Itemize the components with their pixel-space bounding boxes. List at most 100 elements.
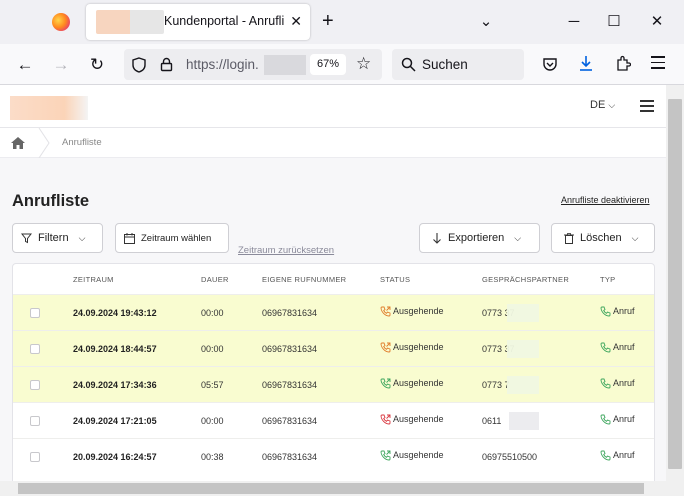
shield-icon[interactable]: [132, 57, 146, 73]
menu-icon[interactable]: [640, 100, 654, 112]
table-header: ZEITRAUM DAUER EIGENE RUFNUMMER STATUS G…: [13, 264, 654, 294]
pocket-icon[interactable]: [542, 56, 558, 72]
url-bar[interactable]: https://login. 67% ☆: [124, 49, 382, 80]
forward-icon[interactable]: →: [50, 54, 72, 76]
vertical-scrollbar[interactable]: [666, 85, 684, 481]
own-number: 06967831634: [262, 380, 318, 390]
extensions-icon[interactable]: [615, 55, 631, 72]
site-logo[interactable]: [10, 96, 88, 120]
search-bar[interactable]: Suchen: [392, 49, 524, 80]
table-row[interactable]: 24.09.2024 17:34:36 05:57 06967831634 Au…: [13, 366, 654, 402]
call-status-label: Ausgehende: [393, 450, 444, 460]
home-icon[interactable]: [11, 137, 25, 149]
row-checkbox[interactable]: [30, 344, 40, 354]
row-checkbox[interactable]: [30, 380, 40, 390]
lock-icon[interactable]: [160, 57, 173, 72]
column-header-time[interactable]: ZEITRAUM: [73, 275, 114, 284]
back-icon[interactable]: ←: [14, 54, 36, 76]
site-header: DE ⌵: [0, 85, 666, 128]
trash-icon: [564, 232, 574, 244]
calendar-icon: [124, 232, 135, 244]
call-type-label: Anruf: [613, 414, 635, 424]
vertical-scroll-thumb[interactable]: [668, 99, 682, 469]
table-row[interactable]: 20.09.2024 16:24:57 00:38 06967831634 Au…: [13, 438, 654, 474]
breadcrumb: Anrufliste: [0, 128, 666, 158]
maximize-icon[interactable]: ☐: [602, 10, 626, 34]
call-type-label: Anruf: [613, 306, 635, 316]
column-header-partner[interactable]: GESPRÄCHSPARTNER: [482, 275, 569, 284]
main-content: Anrufliste Anrufliste deaktivieren Filte…: [0, 158, 666, 481]
call-time: 24.09.2024 18:44:57: [73, 344, 157, 354]
row-checkbox[interactable]: [30, 308, 40, 318]
language-label: DE: [590, 99, 606, 111]
firefox-icon[interactable]: [52, 13, 70, 31]
row-checkbox[interactable]: [30, 452, 40, 462]
call-duration: 00:00: [201, 416, 224, 426]
call-status: Ausgehende: [380, 306, 444, 317]
download-icon[interactable]: [578, 55, 594, 72]
delete-button[interactable]: Löschen ⌵: [551, 223, 655, 253]
partner-redacted: [507, 304, 539, 322]
page-content: DE ⌵ Anrufliste Anrufliste Anrufliste de…: [0, 85, 666, 481]
minimize-icon[interactable]: ─: [562, 10, 586, 34]
partner-redacted: [507, 340, 539, 358]
own-number: 06967831634: [262, 308, 318, 318]
search-placeholder: Suchen: [422, 57, 468, 72]
column-header-own-number[interactable]: EIGENE RUFNUMMER: [262, 275, 346, 284]
date-range-button[interactable]: Zeitraum wählen: [115, 223, 229, 253]
browser-tab[interactable]: Kundenportal - Anrufli ✕: [86, 4, 310, 40]
new-tab-icon[interactable]: +: [322, 11, 334, 31]
chevron-down-icon: ⌵: [608, 100, 616, 110]
call-status-label: Ausgehende: [393, 342, 444, 352]
zoom-level[interactable]: 67%: [310, 54, 346, 75]
call-type: Anruf: [600, 342, 635, 353]
column-header-type[interactable]: TYP: [600, 275, 616, 284]
call-type: Anruf: [600, 414, 635, 425]
tab-list-chevron-icon[interactable]: ⌄: [474, 10, 498, 34]
own-number: 06967831634: [262, 452, 318, 462]
tab-strip: Kundenportal - Anrufli ✕ + ⌄ ─ ☐ ✕: [0, 0, 684, 44]
partner-redacted: [509, 412, 539, 430]
table-row[interactable]: 24.09.2024 17:21:05 00:00 06967831634 Au…: [13, 402, 654, 438]
reset-date-range-link[interactable]: Zeitraum zurücksetzen: [238, 245, 334, 256]
phone-outgoing-icon: [380, 378, 391, 389]
row-checkbox[interactable]: [30, 416, 40, 426]
phone-icon: [600, 306, 611, 317]
close-window-icon[interactable]: ✕: [645, 10, 669, 34]
tab-favicon: [96, 10, 164, 34]
call-duration: 00:00: [201, 344, 224, 354]
deactivate-link[interactable]: Anrufliste deaktivieren: [561, 195, 650, 205]
reload-icon[interactable]: ↻: [86, 54, 108, 76]
tab-close-icon[interactable]: ✕: [290, 13, 302, 30]
column-header-status[interactable]: STATUS: [380, 275, 410, 284]
column-header-duration[interactable]: DAUER: [201, 275, 229, 284]
filter-button[interactable]: Filtern ⌵: [12, 223, 103, 253]
language-selector[interactable]: DE ⌵: [590, 99, 615, 111]
table-row[interactable]: 24.09.2024 18:44:57 00:00 06967831634 Au…: [13, 330, 654, 366]
call-duration: 05:57: [201, 380, 224, 390]
chevron-down-icon: ⌵: [78, 232, 86, 243]
call-time: 24.09.2024 17:34:36: [73, 380, 157, 390]
horizontal-scroll-thumb[interactable]: [18, 483, 644, 494]
app-menu-icon[interactable]: [651, 56, 665, 69]
phone-outgoing-icon: [380, 306, 391, 317]
table-row[interactable]: 24.09.2024 19:43:12 00:00 06967831634 Au…: [13, 294, 654, 330]
call-type-label: Anruf: [613, 450, 635, 460]
search-icon: [401, 57, 416, 72]
export-label: Exportieren: [448, 232, 505, 244]
partner-redacted: [507, 376, 539, 394]
bookmark-star-icon[interactable]: ☆: [356, 54, 371, 74]
url-text: https://login.: [186, 57, 259, 72]
delete-label: Löschen: [580, 232, 622, 244]
call-time: 24.09.2024 17:21:05: [73, 416, 157, 426]
call-partner: 06975510500: [482, 452, 538, 462]
chevron-down-icon: ⌵: [514, 232, 522, 243]
phone-icon: [600, 414, 611, 425]
call-status: Ausgehende: [380, 450, 444, 461]
export-button[interactable]: Exportieren ⌵: [419, 223, 540, 253]
horizontal-scrollbar[interactable]: [0, 481, 684, 496]
date-range-label: Zeitraum wählen: [141, 232, 212, 244]
phone-icon: [600, 450, 611, 461]
url-redacted: [264, 55, 306, 75]
phone-outgoing-icon: [380, 342, 391, 353]
